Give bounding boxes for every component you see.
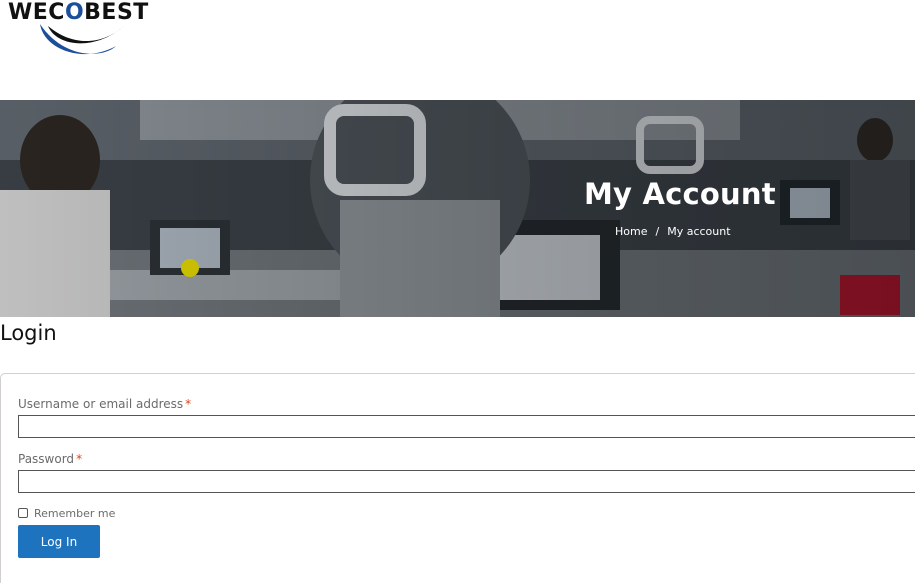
password-label: Password *: [18, 452, 83, 466]
breadcrumb-home-link[interactable]: Home: [615, 225, 647, 238]
remember-me-checkbox[interactable]: [18, 508, 28, 518]
login-button[interactable]: Log In: [18, 525, 100, 558]
username-input[interactable]: [18, 415, 915, 438]
breadcrumb-separator: /: [655, 225, 660, 238]
login-form: Username or email address * Password * Rem…: [0, 373, 915, 583]
page-title: My Account: [584, 177, 776, 211]
remember-me-option[interactable]: Remember me: [18, 507, 115, 521]
page-hero-banner: My Account Home / My account: [0, 100, 915, 317]
hero-overlay: [0, 100, 915, 317]
remember-me-label: Remember me: [34, 507, 116, 520]
site-header: WECOBEST: [0, 0, 915, 100]
login-heading: Login: [0, 321, 57, 345]
required-marker: *: [185, 397, 192, 411]
site-logo[interactable]: WECOBEST: [8, 0, 158, 62]
breadcrumb: Home / My account: [615, 224, 731, 240]
password-input[interactable]: [18, 470, 915, 493]
username-label: Username or email address *: [18, 397, 192, 411]
required-marker: *: [76, 452, 83, 466]
breadcrumb-current: My account: [667, 225, 731, 238]
logo-swoosh-icon: [40, 24, 124, 55]
